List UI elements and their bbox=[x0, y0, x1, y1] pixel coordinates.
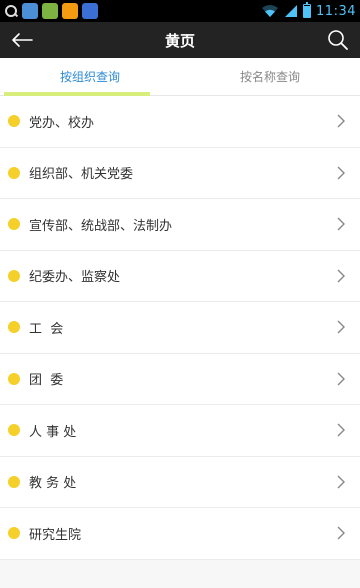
list-item-label: 人 事 处 bbox=[29, 424, 77, 440]
app-notification-icon bbox=[82, 3, 98, 19]
back-button[interactable] bbox=[8, 26, 36, 54]
department-list: 党办、校办 组织部、机关党委 宣传部、统战部、法制办 纪委办、监察处 工 会 团… bbox=[0, 96, 360, 560]
chevron-right-icon bbox=[337, 526, 345, 540]
list-item[interactable]: 纪委办、监察处 bbox=[0, 251, 360, 302]
list-item-label: 组织部、机关党委 bbox=[29, 167, 134, 183]
chevron-right-icon bbox=[337, 475, 345, 489]
search-icon bbox=[328, 30, 348, 50]
list-item[interactable]: 工 会 bbox=[0, 302, 360, 354]
back-arrow-icon bbox=[12, 33, 33, 47]
bullet-icon bbox=[8, 218, 20, 231]
screen: 11:34 黄页 按组织查询 按名称查询 党办、校办 组织部、机关党委 宣传部、… bbox=[0, 0, 360, 588]
app-notification-icon bbox=[22, 3, 38, 19]
app-notification-icon bbox=[42, 3, 58, 19]
chevron-right-icon bbox=[337, 114, 345, 128]
tab-by-organization[interactable]: 按组织查询 bbox=[0, 58, 180, 96]
bullet-icon bbox=[8, 475, 20, 488]
list-item[interactable]: 团 委 bbox=[0, 354, 360, 405]
wifi-icon bbox=[262, 5, 279, 17]
bullet-icon bbox=[8, 372, 20, 385]
list-item-label: 研究生院 bbox=[29, 527, 82, 543]
page-title: 黄页 bbox=[164, 31, 195, 50]
battery-level bbox=[304, 6, 311, 17]
signal-icon bbox=[285, 5, 298, 17]
list-item-label: 工 会 bbox=[29, 321, 64, 337]
list-item-label: 党办、校办 bbox=[29, 115, 95, 131]
list-item[interactable]: 研究生院 bbox=[0, 508, 360, 560]
bullet-icon bbox=[8, 115, 20, 128]
app-notification-icon bbox=[62, 3, 78, 19]
tab-label: 按名称查询 bbox=[239, 70, 300, 84]
bullet-icon bbox=[8, 424, 20, 437]
bullet-icon bbox=[8, 166, 20, 179]
chevron-right-icon bbox=[337, 372, 345, 386]
status-notifications bbox=[4, 3, 98, 19]
chevron-right-icon bbox=[337, 423, 345, 437]
bullet-icon bbox=[8, 269, 20, 282]
clock: 11:34 bbox=[316, 3, 356, 19]
list-item-label: 纪委办、监察处 bbox=[29, 270, 121, 286]
search-button[interactable] bbox=[324, 26, 352, 54]
tab-label: 按组织查询 bbox=[59, 70, 120, 84]
bullet-icon bbox=[8, 321, 20, 334]
app-bar: 黄页 bbox=[0, 22, 360, 58]
chevron-right-icon bbox=[337, 166, 345, 180]
list-item-label: 宣传部、统战部、法制办 bbox=[29, 218, 173, 234]
battery-icon bbox=[303, 2, 312, 18]
list-item-label: 教 务 处 bbox=[29, 476, 77, 492]
search-notification-icon bbox=[4, 4, 18, 18]
list-item[interactable]: 宣传部、统战部、法制办 bbox=[0, 199, 360, 251]
status-bar: 11:34 bbox=[0, 0, 360, 22]
chevron-right-icon bbox=[337, 269, 345, 283]
tab-by-name[interactable]: 按名称查询 bbox=[180, 58, 360, 95]
list-item[interactable]: 人 事 处 bbox=[0, 405, 360, 457]
chevron-right-icon bbox=[337, 217, 345, 231]
list-item[interactable]: 组织部、机关党委 bbox=[0, 148, 360, 199]
status-system: 11:34 bbox=[261, 2, 356, 19]
list-item[interactable]: 教 务 处 bbox=[0, 457, 360, 508]
chevron-right-icon bbox=[337, 320, 345, 334]
tab-bar: 按组织查询 按名称查询 bbox=[0, 58, 360, 96]
bullet-icon bbox=[8, 527, 20, 540]
list-item-label: 团 委 bbox=[29, 373, 64, 389]
list-item[interactable]: 党办、校办 bbox=[0, 96, 360, 148]
